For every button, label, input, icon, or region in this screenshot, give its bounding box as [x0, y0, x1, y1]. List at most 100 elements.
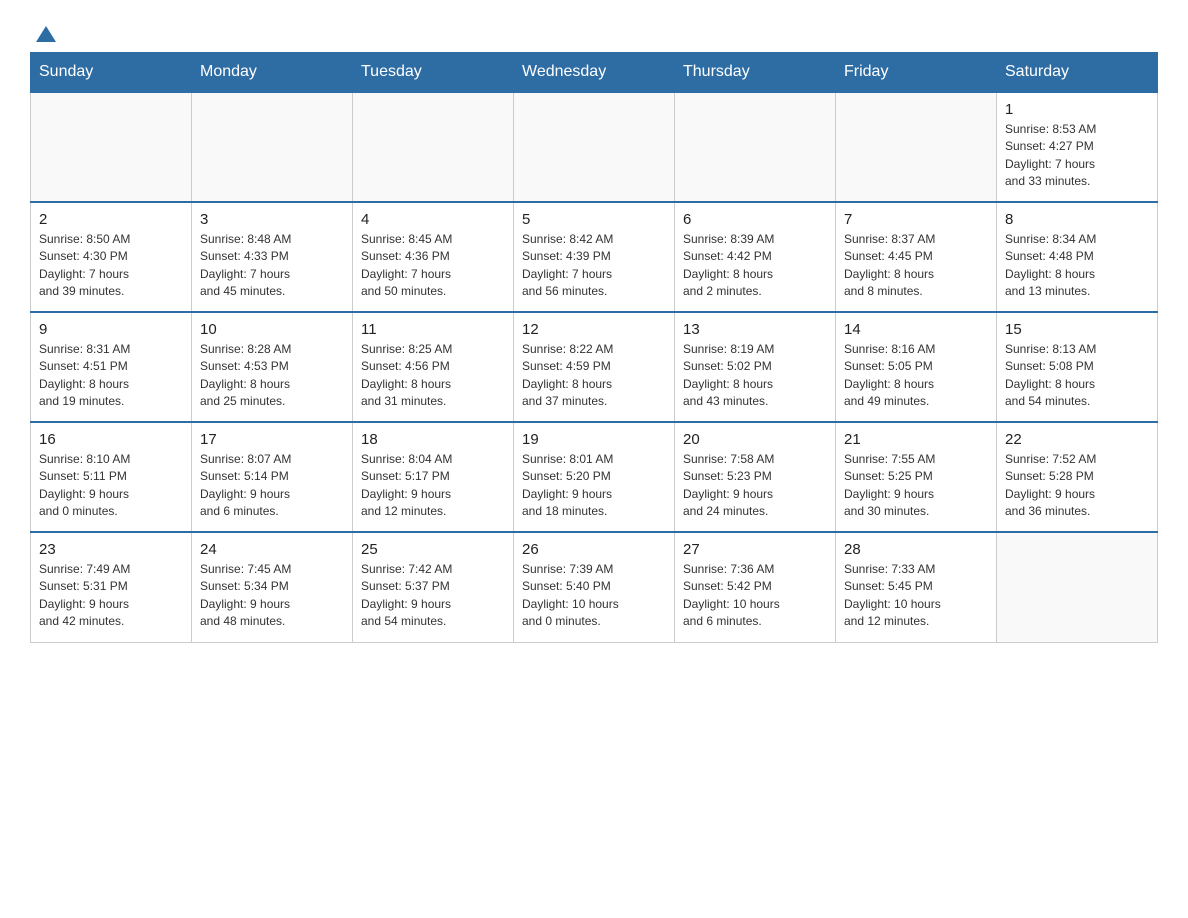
day-number: 17 [200, 431, 344, 448]
day-info: Sunrise: 8:48 AM Sunset: 4:33 PM Dayligh… [200, 231, 344, 301]
day-number: 1 [1005, 101, 1149, 118]
calendar-week-row: 9 Sunrise: 8:31 AM Sunset: 4:51 PM Daylig… [31, 312, 1158, 422]
day-info: Sunrise: 8:28 AM Sunset: 4:53 PM Dayligh… [200, 341, 344, 411]
calendar-day-cell: 24Sunrise: 7:45 AM Sunset: 5:34 PM Dayli… [192, 532, 353, 642]
day-number: 3 [200, 211, 344, 228]
calendar-day-cell: 20 Sunrise: 7:58 AM Sunset: 5:23 PM Dayli… [675, 422, 836, 532]
calendar-day-cell [997, 532, 1158, 642]
page-header [30, 20, 1158, 42]
day-info: Sunrise: 8:31 AM Sunset: 4:51 PM Dayligh… [39, 341, 183, 411]
calendar-day-cell [31, 92, 192, 202]
calendar-day-cell [836, 92, 997, 202]
day-number: 21 [844, 431, 988, 448]
day-info: Sunrise: 7:36 AM Sunset: 5:42 PM Dayligh… [683, 561, 827, 631]
day-number: 13 [683, 321, 827, 338]
calendar-day-cell: 9 Sunrise: 8:31 AM Sunset: 4:51 PM Daylig… [31, 312, 192, 422]
day-of-week-header: Saturday [997, 53, 1158, 93]
calendar-day-cell: 2 Sunrise: 8:50 AM Sunset: 4:30 PM Daylig… [31, 202, 192, 312]
day-number: 22 [1005, 431, 1149, 448]
calendar-day-cell: 5 Sunrise: 8:42 AM Sunset: 4:39 PM Daylig… [514, 202, 675, 312]
day-number: 23 [39, 541, 183, 558]
calendar-day-cell: 15Sunrise: 8:13 AM Sunset: 5:08 PM Dayli… [997, 312, 1158, 422]
calendar-day-cell: 11Sunrise: 8:25 AM Sunset: 4:56 PM Dayli… [353, 312, 514, 422]
day-info: Sunrise: 8:16 AM Sunset: 5:05 PM Dayligh… [844, 341, 988, 411]
calendar-day-cell: 27 Sunrise: 7:36 AM Sunset: 5:42 PM Dayli… [675, 532, 836, 642]
day-info: Sunrise: 8:04 AM Sunset: 5:17 PM Dayligh… [361, 451, 505, 521]
day-of-week-header: Tuesday [353, 53, 514, 93]
day-info: Sunrise: 8:34 AM Sunset: 4:48 PM Dayligh… [1005, 231, 1149, 301]
calendar-day-cell: 23 Sunrise: 7:49 AM Sunset: 5:31 PM Dayli… [31, 532, 192, 642]
calendar-day-cell: 10 Sunrise: 8:28 AM Sunset: 4:53 PM Dayli… [192, 312, 353, 422]
day-number: 27 [683, 541, 827, 558]
calendar-body: 1 Sunrise: 8:53 AM Sunset: 4:27 PM Daylig… [31, 92, 1158, 642]
day-of-week-header: Monday [192, 53, 353, 93]
day-number: 18 [361, 431, 505, 448]
day-info: Sunrise: 7:58 AM Sunset: 5:23 PM Dayligh… [683, 451, 827, 521]
logo-icon [32, 20, 60, 48]
calendar-day-cell: 7 Sunrise: 8:37 AM Sunset: 4:45 PM Daylig… [836, 202, 997, 312]
day-number: 5 [522, 211, 666, 228]
day-number: 8 [1005, 211, 1149, 228]
calendar-day-cell: 4 Sunrise: 8:45 AM Sunset: 4:36 PM Daylig… [353, 202, 514, 312]
day-number: 12 [522, 321, 666, 338]
day-number: 10 [200, 321, 344, 338]
day-number: 20 [683, 431, 827, 448]
calendar-day-cell: 18 Sunrise: 8:04 AM Sunset: 5:17 PM Dayli… [353, 422, 514, 532]
calendar-week-row: 2 Sunrise: 8:50 AM Sunset: 4:30 PM Daylig… [31, 202, 1158, 312]
day-of-week-header: Friday [836, 53, 997, 93]
days-of-week-row: SundayMondayTuesdayWednesdayThursdayFrid… [31, 53, 1158, 93]
calendar-day-cell: 1 Sunrise: 8:53 AM Sunset: 4:27 PM Daylig… [997, 92, 1158, 202]
day-info: Sunrise: 8:39 AM Sunset: 4:42 PM Dayligh… [683, 231, 827, 301]
day-info: Sunrise: 8:01 AM Sunset: 5:20 PM Dayligh… [522, 451, 666, 521]
calendar-day-cell: 3 Sunrise: 8:48 AM Sunset: 4:33 PM Daylig… [192, 202, 353, 312]
calendar-header: SundayMondayTuesdayWednesdayThursdayFrid… [31, 53, 1158, 93]
calendar-week-row: 1 Sunrise: 8:53 AM Sunset: 4:27 PM Daylig… [31, 92, 1158, 202]
calendar-day-cell: 8 Sunrise: 8:34 AM Sunset: 4:48 PM Daylig… [997, 202, 1158, 312]
day-number: 16 [39, 431, 183, 448]
day-info: Sunrise: 8:45 AM Sunset: 4:36 PM Dayligh… [361, 231, 505, 301]
calendar-table: SundayMondayTuesdayWednesdayThursdayFrid… [30, 52, 1158, 643]
day-of-week-header: Thursday [675, 53, 836, 93]
day-number: 2 [39, 211, 183, 228]
calendar-day-cell: 19 Sunrise: 8:01 AM Sunset: 5:20 PM Dayli… [514, 422, 675, 532]
calendar-day-cell: 21 Sunrise: 7:55 AM Sunset: 5:25 PM Dayli… [836, 422, 997, 532]
day-number: 4 [361, 211, 505, 228]
day-info: Sunrise: 8:19 AM Sunset: 5:02 PM Dayligh… [683, 341, 827, 411]
calendar-day-cell: 16 Sunrise: 8:10 AM Sunset: 5:11 PM Dayli… [31, 422, 192, 532]
calendar-day-cell: 25Sunrise: 7:42 AM Sunset: 5:37 PM Dayli… [353, 532, 514, 642]
calendar-day-cell: 26Sunrise: 7:39 AM Sunset: 5:40 PM Dayli… [514, 532, 675, 642]
calendar-day-cell [353, 92, 514, 202]
day-info: Sunrise: 7:49 AM Sunset: 5:31 PM Dayligh… [39, 561, 183, 631]
day-info: Sunrise: 8:37 AM Sunset: 4:45 PM Dayligh… [844, 231, 988, 301]
calendar-day-cell [675, 92, 836, 202]
day-number: 26 [522, 541, 666, 558]
day-info: Sunrise: 8:42 AM Sunset: 4:39 PM Dayligh… [522, 231, 666, 301]
day-info: Sunrise: 8:10 AM Sunset: 5:11 PM Dayligh… [39, 451, 183, 521]
calendar-day-cell [514, 92, 675, 202]
calendar-day-cell: 13 Sunrise: 8:19 AM Sunset: 5:02 PM Dayli… [675, 312, 836, 422]
calendar-day-cell: 28 Sunrise: 7:33 AM Sunset: 5:45 PM Dayli… [836, 532, 997, 642]
calendar-day-cell: 6Sunrise: 8:39 AM Sunset: 4:42 PM Daylig… [675, 202, 836, 312]
day-number: 15 [1005, 321, 1149, 338]
day-number: 11 [361, 321, 505, 338]
day-info: Sunrise: 8:22 AM Sunset: 4:59 PM Dayligh… [522, 341, 666, 411]
day-info: Sunrise: 7:42 AM Sunset: 5:37 PM Dayligh… [361, 561, 505, 631]
calendar-day-cell: 22Sunrise: 7:52 AM Sunset: 5:28 PM Dayli… [997, 422, 1158, 532]
day-number: 14 [844, 321, 988, 338]
day-info: Sunrise: 8:07 AM Sunset: 5:14 PM Dayligh… [200, 451, 344, 521]
calendar-day-cell [192, 92, 353, 202]
day-info: Sunrise: 8:50 AM Sunset: 4:30 PM Dayligh… [39, 231, 183, 301]
day-number: 19 [522, 431, 666, 448]
day-of-week-header: Sunday [31, 53, 192, 93]
calendar-week-row: 16 Sunrise: 8:10 AM Sunset: 5:11 PM Dayli… [31, 422, 1158, 532]
day-number: 9 [39, 321, 183, 338]
day-info: Sunrise: 7:55 AM Sunset: 5:25 PM Dayligh… [844, 451, 988, 521]
logo [30, 20, 60, 42]
day-number: 7 [844, 211, 988, 228]
day-info: Sunrise: 7:33 AM Sunset: 5:45 PM Dayligh… [844, 561, 988, 631]
day-info: Sunrise: 8:53 AM Sunset: 4:27 PM Dayligh… [1005, 121, 1149, 191]
calendar-day-cell: 12 Sunrise: 8:22 AM Sunset: 4:59 PM Dayli… [514, 312, 675, 422]
calendar-day-cell: 14 Sunrise: 8:16 AM Sunset: 5:05 PM Dayli… [836, 312, 997, 422]
day-number: 28 [844, 541, 988, 558]
calendar-week-row: 23 Sunrise: 7:49 AM Sunset: 5:31 PM Dayli… [31, 532, 1158, 642]
